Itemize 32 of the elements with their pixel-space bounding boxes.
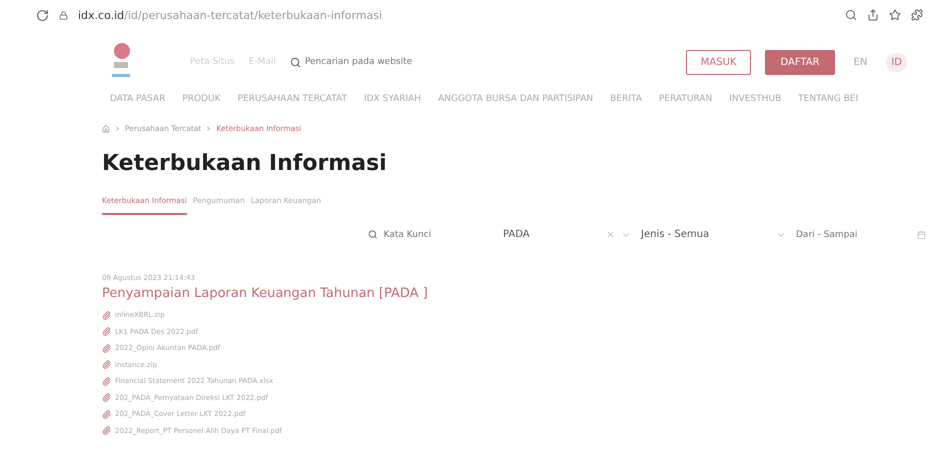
language-option[interactable]: EN [848, 52, 872, 72]
chevron-icon [114, 125, 121, 132]
nav-item[interactable]: BERITA [610, 94, 642, 104]
nav-item[interactable]: IDX SYARIAH [364, 94, 422, 104]
share-icon[interactable] [867, 9, 879, 21]
lock-icon [59, 10, 68, 20]
type-select[interactable]: Jenis - Semua [641, 229, 786, 240]
company-select[interactable]: PADA [503, 229, 631, 240]
page-title: Keterbukaan Informasi [102, 151, 388, 176]
nav-item[interactable]: PERUSAHAAN TERCATAT [238, 94, 347, 104]
search-icon[interactable] [845, 9, 857, 21]
nav-item[interactable]: INVESTHUB [729, 94, 782, 104]
star-icon[interactable] [889, 9, 901, 21]
date-field[interactable]: Dari - Sampai [796, 230, 912, 240]
keyword-field[interactable]: Kata Kunci [384, 230, 493, 240]
nav-item[interactable]: TENTANG BEI [798, 94, 858, 104]
address-bar[interactable]: idx.co.id/id/perusahaan-tercatat/keterbukaan-informasi [78, 8, 835, 22]
home-icon[interactable] [102, 124, 110, 132]
nav-item[interactable]: PRODUK [182, 94, 221, 104]
nav-item[interactable]: DATA PASAR [110, 94, 166, 104]
language-option[interactable]: ID [886, 52, 907, 72]
nav-item[interactable]: PERATURAN [658, 94, 712, 104]
login-button[interactable]: MASUK [686, 50, 752, 74]
search-icon [290, 56, 301, 68]
nav-item[interactable]: ANGGOTA BURSA DAN PARTISIPAN [438, 94, 594, 104]
puzzle-icon[interactable] [911, 9, 923, 21]
chevron-icon [205, 125, 212, 132]
announcement-title[interactable]: Penyampaian Laporan Keuangan Tahunan [PADA ] [102, 286, 935, 301]
search-field[interactable]: Pencarian pada website [304, 57, 435, 67]
search-icon [368, 229, 378, 240]
register-button[interactable]: DAFTAR [765, 50, 835, 74]
reload-icon[interactable] [36, 8, 49, 22]
